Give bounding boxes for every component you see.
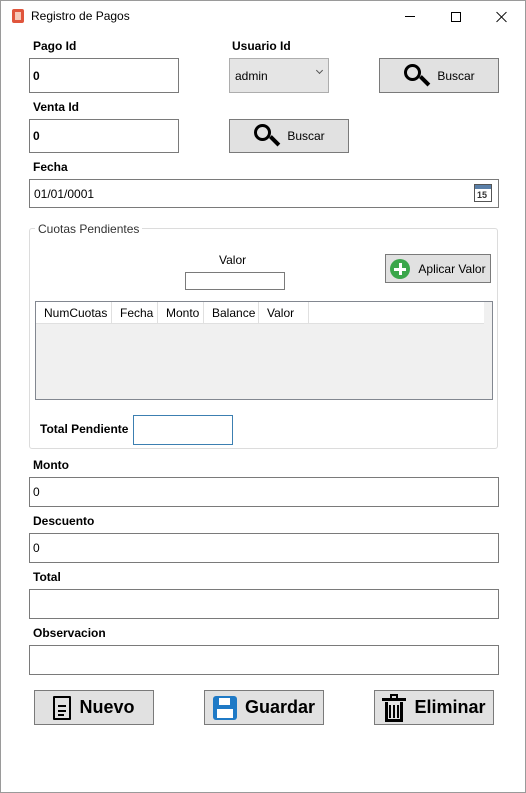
usuario-id-label: Usuario Id <box>232 39 291 53</box>
buscar-venta-label: Buscar <box>287 129 325 143</box>
fecha-datepicker[interactable]: 01/01/0001 15 <box>29 179 499 208</box>
nuevo-button[interactable]: Nuevo <box>34 690 154 725</box>
column-header-monto[interactable]: Monto <box>158 302 204 324</box>
calendar-icon[interactable]: 15 <box>474 184 492 202</box>
total-pendiente-input[interactable] <box>133 415 233 445</box>
search-icon <box>253 123 281 149</box>
nuevo-label: Nuevo <box>79 697 135 717</box>
guardar-label: Guardar <box>244 697 316 717</box>
fecha-value: 01/01/0001 <box>34 186 95 201</box>
column-header-valor[interactable]: Valor <box>259 302 309 324</box>
observacion-label: Observacion <box>33 626 106 640</box>
valor-label: Valor <box>219 253 247 267</box>
usuario-id-selected: admin <box>235 68 268 83</box>
window-title: Registro de Pagos <box>31 9 130 23</box>
new-document-icon <box>53 695 72 720</box>
buscar-pago-button[interactable]: Buscar <box>379 58 499 93</box>
descuento-input[interactable]: 0 <box>29 533 499 563</box>
cuotas-grid[interactable]: NumCuotas Fecha Monto Balance Valor <box>35 301 493 400</box>
monto-input[interactable]: 0 <box>29 477 499 507</box>
usuario-id-select[interactable]: admin <box>229 58 329 93</box>
total-pendiente-label: Total Pendiente <box>40 422 129 436</box>
buscar-venta-button[interactable]: Buscar <box>229 119 349 153</box>
descuento-label: Descuento <box>33 514 95 528</box>
cuotas-grid-header: NumCuotas Fecha Monto Balance Valor <box>36 302 484 324</box>
monto-label: Monto <box>33 458 69 472</box>
column-header-filler <box>309 302 484 324</box>
app-icon <box>12 9 24 23</box>
add-icon <box>390 258 411 279</box>
column-header-balance[interactable]: Balance <box>204 302 259 324</box>
column-header-numcuotas[interactable]: NumCuotas <box>36 302 112 324</box>
eliminar-label: Eliminar <box>414 697 486 717</box>
maximize-button[interactable] <box>433 1 479 32</box>
chevron-down-icon <box>315 66 324 75</box>
aplicar-valor-button[interactable]: Aplicar Valor <box>385 254 491 283</box>
registro-pagos-window: Registro de Pagos Pago Id 0 Usuario Id a… <box>0 0 526 793</box>
venta-id-label: Venta Id <box>33 100 80 114</box>
trash-icon <box>382 693 407 722</box>
venta-id-input[interactable]: 0 <box>29 119 179 153</box>
minimize-button[interactable] <box>387 1 433 32</box>
maximize-icon <box>451 11 461 22</box>
buscar-pago-label: Buscar <box>437 68 475 83</box>
column-header-fecha[interactable]: Fecha <box>112 302 158 324</box>
cuotas-pendientes-title: Cuotas Pendientes <box>35 222 143 236</box>
minimize-icon <box>405 16 415 17</box>
search-icon <box>403 63 431 89</box>
valor-input[interactable] <box>185 272 285 290</box>
pago-id-input[interactable]: 0 <box>29 58 179 93</box>
fecha-label: Fecha <box>33 160 68 174</box>
observacion-input[interactable] <box>29 645 499 675</box>
eliminar-button[interactable]: Eliminar <box>374 690 494 725</box>
guardar-button[interactable]: Guardar <box>204 690 324 725</box>
save-icon <box>212 695 237 720</box>
title-bar[interactable]: Registro de Pagos <box>1 1 525 32</box>
close-icon <box>496 11 508 23</box>
total-input[interactable] <box>29 589 499 619</box>
aplicar-valor-label: Aplicar Valor <box>418 261 486 276</box>
close-button[interactable] <box>479 1 525 32</box>
pago-id-label: Pago Id <box>33 39 77 53</box>
total-label: Total <box>33 570 61 584</box>
